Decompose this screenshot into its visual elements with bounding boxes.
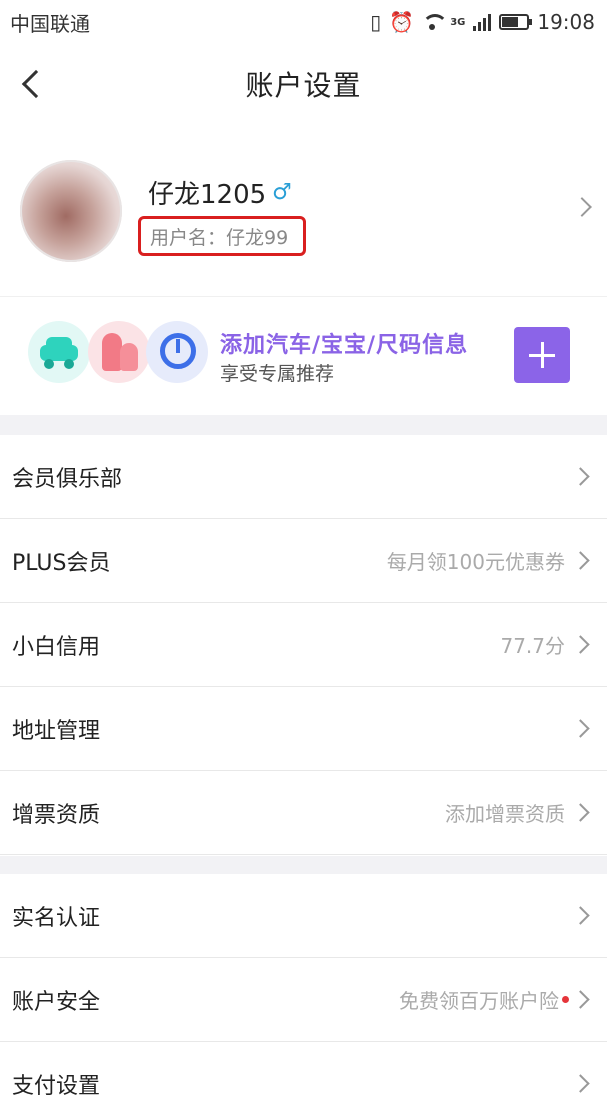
nickname-text: 仔龙1205 — [148, 180, 267, 210]
row-address[interactable]: 地址管理 — [0, 687, 607, 771]
navigation-header: 账户设置 — [0, 44, 607, 124]
nickname: 仔龙1205 ♂ — [148, 174, 292, 211]
row-credit[interactable]: 小白信用 77.7分 — [0, 603, 607, 687]
signal-icon — [473, 13, 492, 31]
chevron-right-icon — [571, 803, 590, 822]
chevron-left-icon — [21, 69, 51, 99]
clock-label: 19:08 — [537, 10, 595, 34]
row-plus-member[interactable]: PLUS会员 每月领100元优惠券 — [0, 519, 607, 603]
row-label: 地址管理 — [12, 718, 101, 744]
section-divider — [0, 856, 607, 874]
row-value: 免费领百万账户险 — [399, 989, 559, 1013]
row-label: 小白信用 — [12, 634, 101, 660]
username-label: 用户名：仔龙99 — [138, 216, 306, 256]
chevron-right-icon — [571, 906, 590, 925]
chevron-right-icon — [571, 719, 590, 738]
section-divider — [0, 415, 607, 435]
alarm-icon: ⏰ — [389, 10, 415, 34]
row-value: 每月领100元优惠券 — [386, 550, 565, 574]
male-gender-icon: ♂ — [272, 180, 292, 205]
chevron-right-icon — [571, 551, 590, 570]
row-payment-settings[interactable]: 支付设置 — [0, 1042, 607, 1097]
size-icon — [146, 321, 208, 383]
banner-subtitle: 享受专属推荐 — [220, 363, 335, 385]
network-type-label: 3G — [450, 16, 466, 28]
page-title: 账户设置 — [245, 69, 362, 102]
carrier-label: 中国联通 — [10, 11, 90, 36]
banner-title: 添加汽车/宝宝/尺码信息 — [220, 333, 469, 358]
chevron-right-icon — [572, 197, 592, 217]
row-label: 实名认证 — [12, 905, 101, 931]
vibrate-icon: ▯ — [370, 10, 382, 34]
add-info-button[interactable] — [514, 327, 570, 383]
avatar[interactable] — [20, 160, 122, 262]
car-icon — [28, 321, 90, 383]
row-label: 账户安全 — [12, 989, 101, 1015]
row-account-security[interactable]: 账户安全 免费领百万账户险 — [0, 958, 607, 1042]
add-info-banner[interactable]: 添加汽车/宝宝/尺码信息 享受专属推荐 — [0, 296, 607, 414]
chevron-right-icon — [571, 1074, 590, 1093]
row-value: 添加增票资质 — [445, 802, 565, 826]
notification-dot — [562, 996, 569, 1003]
battery-icon — [499, 14, 533, 30]
wifi-icon — [422, 14, 449, 30]
row-label: 会员俱乐部 — [12, 466, 123, 492]
back-button[interactable] — [14, 64, 51, 104]
profile-card[interactable]: 仔龙1205 ♂ 用户名：仔龙99 — [0, 140, 607, 290]
baby-icon — [88, 321, 150, 383]
chevron-right-icon — [571, 990, 590, 1009]
row-label: 支付设置 — [12, 1073, 101, 1097]
chevron-right-icon — [571, 635, 590, 654]
row-label: PLUS会员 — [12, 550, 111, 576]
chevron-right-icon — [571, 467, 590, 486]
row-value: 77.7分 — [500, 634, 565, 658]
row-label: 增票资质 — [12, 802, 101, 828]
status-bar: 中国联通 ▯ ⏰ 3G 19:08 — [0, 0, 607, 44]
row-member-club[interactable]: 会员俱乐部 — [0, 435, 607, 519]
row-vat-invoice[interactable]: 增票资质 添加增票资质 — [0, 771, 607, 855]
status-icons: ▯ ⏰ 3G 19:08 — [370, 10, 595, 34]
row-real-name[interactable]: 实名认证 — [0, 874, 607, 958]
